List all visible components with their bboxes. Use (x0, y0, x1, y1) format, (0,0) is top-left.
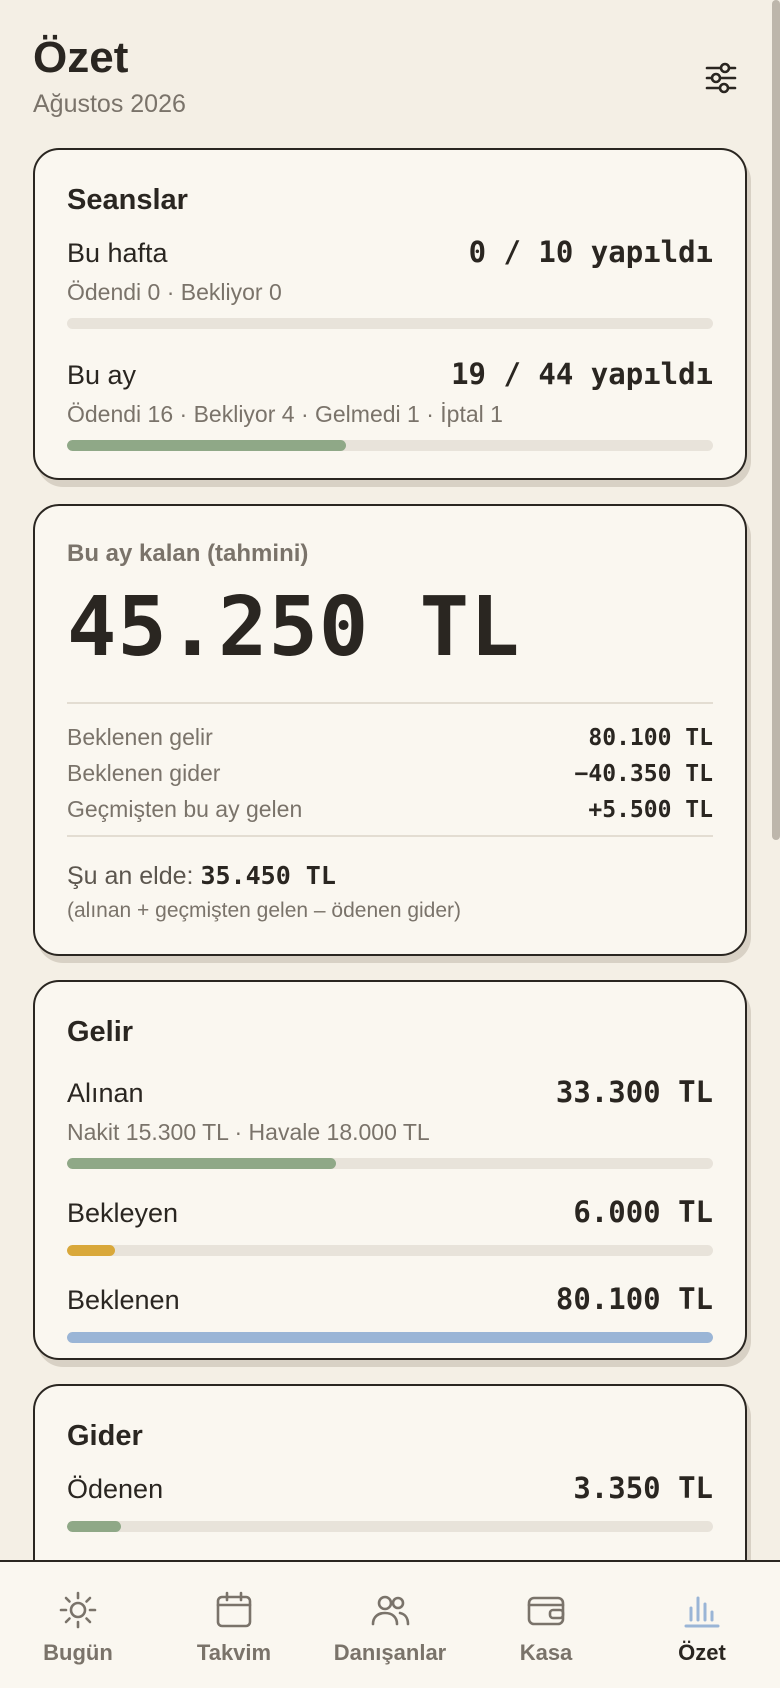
nav-label-calendar: Takvim (196, 1640, 272, 1665)
month-sub: Ödendi 16 · Bekliyor 4 · Gelmedi 1 · İpt… (67, 401, 503, 427)
expected-income-label: Beklenen gelir (67, 724, 213, 750)
expected-expense-row: Beklenen gider −40.350 TL (67, 760, 713, 787)
expected-progress-track (67, 1332, 713, 1343)
expected-income-value: 80.100 TL (588, 725, 713, 751)
month-label: Bu ay (67, 360, 137, 390)
calendar-icon (216, 1591, 252, 1628)
carryover-label: Geçmişten bu ay gelen (67, 796, 303, 822)
nav-item-clients[interactable]: Danışanlar (315, 1590, 465, 1666)
pending-label: Bekleyen (67, 1198, 179, 1228)
paid-value: 3.350 TL (573, 1471, 713, 1505)
received-value: 33.300 TL (555, 1075, 713, 1109)
received-progress-fill (67, 1158, 336, 1169)
pending-value: 6.000 TL (573, 1195, 713, 1229)
income-card[interactable]: Gelir Alınan 33.300 TL Nakit 15.300 TL ·… (33, 980, 747, 1360)
paid-label: Ödenen (67, 1474, 164, 1504)
nav-label-summary: Özet (678, 1640, 726, 1665)
divider (67, 835, 713, 837)
expected-row: Beklenen 80.100 TL (67, 1282, 713, 1316)
expected-income-row: Beklenen gelir 80.100 TL (67, 724, 713, 751)
sliders-icon (705, 62, 737, 94)
paid-progress-fill (67, 1521, 121, 1532)
received-row: Alınan 33.300 TL (67, 1075, 713, 1109)
nav-label-clients: Danışanlar (333, 1640, 447, 1665)
divider (67, 702, 713, 704)
filter-button[interactable] (699, 56, 743, 100)
scrollbar[interactable] (772, 0, 780, 840)
cash-value: 35.450 TL (200, 861, 336, 890)
nav-item-today[interactable]: Bugün (3, 1590, 153, 1666)
cash-label: Şu an elde: (67, 862, 194, 890)
wallet-icon (527, 1596, 565, 1626)
remaining-label: Bu ay kalan (tahmini) (67, 540, 309, 567)
month-row: Bu ay 19 / 44 yapıldı (67, 357, 713, 391)
week-row: Bu hafta 0 / 10 yapıldı (67, 235, 713, 269)
nav-item-calendar[interactable]: Takvim (159, 1590, 309, 1666)
week-value: 0 / 10 yapıldı (468, 235, 713, 269)
paid-row: Ödenen 3.350 TL (67, 1471, 713, 1505)
month-progress-fill (67, 440, 347, 451)
users-icon (371, 1595, 410, 1626)
expected-progress-fill (67, 1332, 713, 1343)
week-label: Bu hafta (67, 238, 168, 268)
expected-label: Beklenen (67, 1285, 180, 1315)
expected-value: 80.100 TL (555, 1282, 713, 1316)
cash-note: (alınan + geçmişten gelen – ödenen gider… (67, 899, 462, 922)
sun-icon (59, 1591, 97, 1629)
page-title: Özet (33, 33, 129, 82)
sessions-title: Seanslar (67, 184, 188, 216)
sessions-card[interactable]: Seanslar Bu hafta 0 / 10 yapıldı Ödendi … (33, 148, 747, 480)
remaining-card[interactable]: Bu ay kalan (tahmini) 45.250 TL Beklenen… (33, 504, 747, 956)
pending-progress-fill (67, 1245, 116, 1256)
income-title: Gelir (67, 1016, 134, 1048)
month-progress-track (67, 440, 713, 451)
carryover-row: Geçmişten bu ay gelen +5.500 TL (67, 796, 713, 823)
week-progress-track (67, 318, 713, 329)
received-progress-track (67, 1158, 713, 1169)
paid-progress-track (67, 1521, 713, 1532)
nav-label-cashbox: Kasa (519, 1640, 573, 1665)
page-header: Özet Ağustos 2026 (33, 32, 753, 122)
expense-title: Gider (67, 1420, 143, 1452)
nav-label-today: Bugün (43, 1640, 113, 1665)
received-sub: Nakit 15.300 TL · Havale 18.000 TL (67, 1119, 430, 1145)
nav-item-cashbox[interactable]: Kasa (471, 1590, 621, 1666)
pending-row: Bekleyen 6.000 TL (67, 1195, 713, 1229)
remaining-amount: 45.250 TL (67, 580, 521, 675)
bar-chart-icon (684, 1596, 720, 1628)
expected-expense-value: −40.350 TL (574, 761, 713, 787)
bottom-nav: Bugün Takvim Danışanlar Kasa Özet (0, 1560, 780, 1688)
page-subtitle: Ağustos 2026 (33, 90, 186, 118)
week-sub: Ödendi 0 · Bekliyor 0 (67, 279, 282, 305)
carryover-value: +5.500 TL (588, 797, 713, 823)
pending-progress-track (67, 1245, 713, 1256)
nav-item-summary[interactable]: Özet (627, 1590, 777, 1666)
expected-expense-label: Beklenen gider (67, 760, 221, 786)
received-label: Alınan (67, 1078, 144, 1108)
month-value: 19 / 44 yapıldı (451, 357, 713, 391)
cash-on-hand: Şu an elde: 35.450 TL (67, 861, 713, 891)
remaining-breakdown: Beklenen gelir 80.100 TL Beklenen gider … (67, 724, 713, 823)
